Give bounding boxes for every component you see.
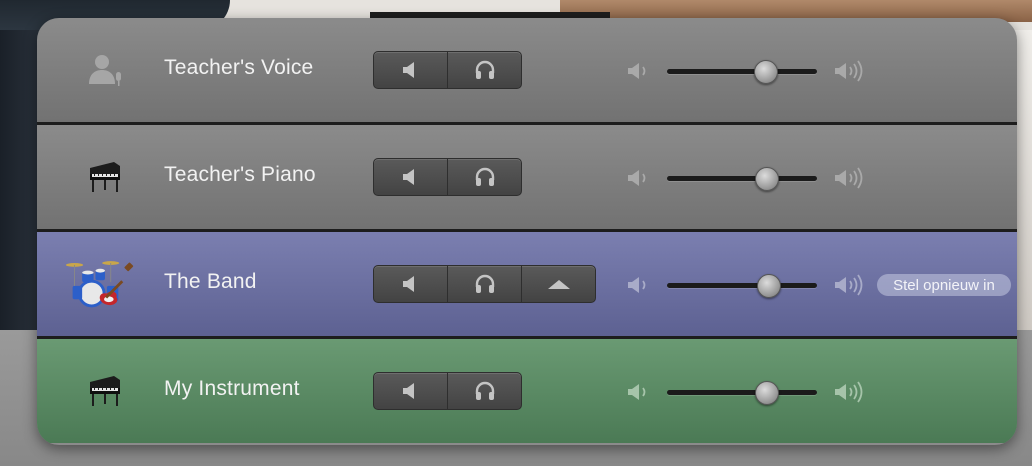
volume-low-icon xyxy=(628,63,646,79)
grand-piano-icon xyxy=(65,363,145,419)
volume-high-icon xyxy=(835,274,863,296)
mute-icon xyxy=(402,62,414,78)
headphones-icon xyxy=(475,274,494,293)
drums-guitar-icon xyxy=(65,256,145,312)
solo-headphones-button[interactable] xyxy=(448,373,521,409)
volume-high-icon xyxy=(835,60,863,82)
headphones-icon xyxy=(475,381,494,400)
mute-button[interactable] xyxy=(374,266,448,302)
volume-low-icon xyxy=(628,170,646,186)
mute-icon xyxy=(402,383,414,399)
expand-tracks-button[interactable] xyxy=(522,266,595,302)
expand-triangle-icon xyxy=(547,280,570,289)
track-name: The Band xyxy=(164,270,257,293)
track-button-group xyxy=(373,158,522,196)
track-row-teachers-piano: Teacher's Piano xyxy=(37,125,1017,229)
volume-slider[interactable] xyxy=(667,381,817,405)
solo-headphones-button[interactable] xyxy=(448,52,521,88)
reset-button[interactable]: Stel opnieuw in xyxy=(877,274,1011,296)
track-name: Teacher's Piano xyxy=(164,163,316,186)
solo-headphones-button[interactable] xyxy=(448,266,522,302)
track-name: Teacher's Voice xyxy=(164,56,314,79)
volume-low-icon xyxy=(628,384,646,400)
track-name: My Instrument xyxy=(164,377,300,400)
volume-slider[interactable] xyxy=(667,274,817,298)
volume-slider[interactable] xyxy=(667,167,817,191)
track-button-group xyxy=(373,51,522,89)
track-button-group xyxy=(373,372,522,410)
headphones-icon xyxy=(475,167,494,186)
mute-icon xyxy=(402,169,414,185)
volume-low-icon xyxy=(628,277,646,293)
headphones-icon xyxy=(475,60,494,79)
volume-high-icon xyxy=(835,167,863,189)
mute-button[interactable] xyxy=(374,52,448,88)
volume-high-icon xyxy=(835,381,863,403)
volume-slider-knob[interactable] xyxy=(756,274,781,298)
track-mixer-panel: Teacher's Voice Teacher's Piano The Band… xyxy=(37,18,1017,445)
mute-button[interactable] xyxy=(374,373,448,409)
track-row-the-band: The Band Stel opnieuw in xyxy=(37,232,1017,336)
person-microphone-icon xyxy=(65,42,145,98)
mute-button[interactable] xyxy=(374,159,448,195)
volume-slider-knob[interactable] xyxy=(755,381,779,405)
volume-slider-knob[interactable] xyxy=(753,60,778,84)
mute-icon xyxy=(402,276,414,292)
volume-slider-knob[interactable] xyxy=(755,167,779,191)
solo-headphones-button[interactable] xyxy=(448,159,521,195)
track-button-group xyxy=(373,265,596,303)
track-row-teachers-voice: Teacher's Voice xyxy=(37,18,1017,122)
track-row-my-instrument: My Instrument xyxy=(37,339,1017,443)
volume-slider[interactable] xyxy=(667,60,817,84)
grand-piano-icon xyxy=(65,149,145,205)
